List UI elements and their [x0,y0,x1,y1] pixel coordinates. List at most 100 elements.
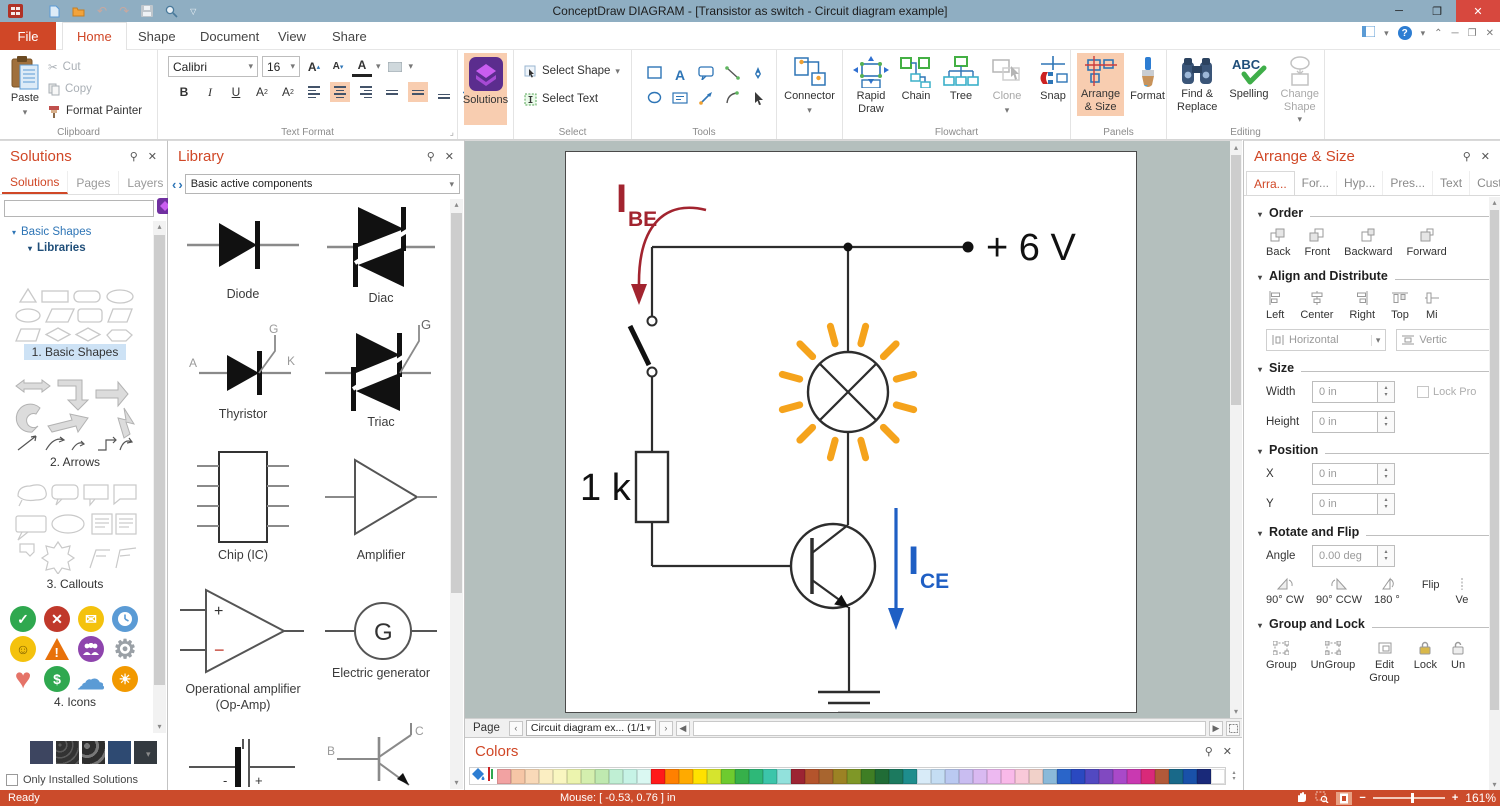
color-swatch[interactable] [889,768,903,784]
format-painter-button[interactable]: Format Painter [48,101,142,121]
shape-battery-partial[interactable]: - + [174,713,312,789]
color-swatch[interactable] [875,768,889,784]
connector-button[interactable]: Connector ▾ [783,53,836,118]
width-input[interactable]: 0 in ▴ ▾ [1312,381,1395,404]
color-swatch[interactable] [1141,768,1155,784]
copy-button[interactable]: Copy [48,79,142,99]
rotate-90ccw-button[interactable]: 90° CCW [1316,577,1362,607]
solutions-scrollbar[interactable]: ▴ ▾ [153,221,166,733]
change-shape-button[interactable]: Change Shape ▾ [1277,53,1324,129]
align-center-objects-button[interactable]: Center [1300,290,1333,322]
y-spinner[interactable]: ▴ ▾ [1378,493,1395,516]
tab-file[interactable]: File [0,22,56,50]
save-icon[interactable] [141,5,154,17]
underline-button[interactable]: U [226,82,246,102]
arrange-size-button[interactable]: Arrange & Size [1077,53,1125,117]
align-left-objects-button[interactable]: Left [1266,290,1284,322]
color-swatch[interactable] [819,768,833,784]
color-swatch[interactable] [763,768,777,784]
fit-page-icon[interactable] [1226,720,1240,736]
library-pin-icon[interactable]: ⚲ [427,150,435,163]
font-color-button[interactable]: A [352,57,372,77]
color-swatch[interactable] [1057,768,1071,784]
color-swatch[interactable] [1169,768,1183,784]
color-swatch[interactable] [1197,768,1211,784]
cut-button[interactable]: ✂ Cut [48,57,142,77]
scroll-up-icon[interactable]: ▴ [1489,197,1500,209]
pattern-thumbnails[interactable] [30,741,157,764]
scroll-down-icon[interactable]: ▾ [1230,706,1242,718]
mdi-close-icon[interactable]: ✕ [1486,28,1494,39]
tab-share[interactable]: Share [318,22,381,50]
color-swatch[interactable] [595,768,609,784]
undo-icon[interactable]: ↶ [97,4,107,18]
align-top-objects-button[interactable]: Top [1391,291,1409,322]
highlight-caret[interactable]: ▾ [409,61,414,72]
tab-home[interactable]: Home [62,22,127,50]
y-input[interactable]: 0 in ▴ ▾ [1312,493,1395,516]
highlight-button[interactable] [385,57,405,77]
new-document-icon[interactable] [49,5,60,18]
library-item-arrows[interactable]: 2. Arrows [0,374,150,470]
color-swatch[interactable] [525,768,539,784]
page-selector[interactable]: Circuit diagram ex... (1/1 ▾ [525,720,656,736]
library-scrollbar[interactable]: ▴ ▾ [450,199,463,789]
grow-font-button[interactable]: A ▴ [304,57,324,77]
ungroup-button[interactable]: UnGroup [1311,640,1355,672]
select-text-button[interactable]: Select Text [524,89,625,109]
lock-proportions-checkbox[interactable] [1417,386,1429,399]
angle-spinner[interactable]: ▴ ▾ [1378,545,1395,568]
align-middle-objects-button[interactable]: Mi [1424,291,1439,322]
swatch-spinner[interactable]: ▴ ▾ [1228,767,1240,785]
scroll-down-icon[interactable]: ▾ [450,777,463,789]
bold-button[interactable]: B [174,82,194,102]
fit-zoom-icon[interactable] [1336,791,1353,805]
snap-button[interactable]: Snap [1031,53,1075,118]
color-swatch[interactable] [735,768,749,784]
restore-button[interactable]: ❐ [1418,0,1456,22]
only-installed-checkbox[interactable] [6,774,18,786]
color-swatch[interactable] [1071,768,1085,784]
textbox-tool-icon[interactable] [672,91,688,109]
find-replace-button[interactable]: Find & Replace [1173,53,1221,129]
color-fill-icon[interactable] [471,767,486,786]
scroll-up-icon[interactable]: ▴ [450,199,463,211]
align-right-objects-button[interactable]: Right [1349,290,1375,322]
color-swatch[interactable] [1127,768,1141,784]
color-swatch[interactable] [903,768,917,784]
pan-tool-icon[interactable] [1295,791,1308,806]
flip-vertical-button[interactable]: Ve [1456,577,1468,607]
scroll-down-icon[interactable]: ▾ [153,721,166,733]
tab-shape[interactable]: Shape [124,22,190,50]
color-swatch[interactable] [847,768,861,784]
collapse-ribbon-icon[interactable]: ⌃ [1434,28,1442,39]
color-swatch[interactable] [959,768,973,784]
unlock-button[interactable]: Un [1451,641,1465,672]
shape-diac[interactable]: Diac [312,197,450,307]
zoom-tool-icon[interactable] [165,5,178,18]
color-swatch[interactable] [833,768,847,784]
color-swatch[interactable] [497,768,511,784]
color-swatch[interactable] [945,768,959,784]
color-swatch[interactable] [917,768,931,784]
order-back-button[interactable]: Back [1266,228,1290,259]
lock-button[interactable]: Lock [1414,641,1437,672]
tab-pages[interactable]: Pages [68,171,120,194]
library-close-icon[interactable]: ✕ [445,150,454,163]
rotate-90cw-button[interactable]: 90° CW [1266,577,1304,607]
order-forward-button[interactable]: Forward [1406,228,1447,259]
help-caret[interactable]: ▾ [1421,28,1426,39]
subscript-button[interactable]: A2 [278,82,298,102]
next-page-button[interactable]: › [658,720,673,736]
color-swatch[interactable] [1113,768,1127,784]
color-swatch[interactable] [1085,768,1099,784]
shape-triac[interactable]: G Triac [312,307,450,431]
shape-transistor-partial[interactable]: C B [312,713,450,789]
tab-document[interactable]: Document [186,22,273,50]
color-line-icon[interactable] [488,766,494,786]
pen-tool-icon[interactable] [751,66,765,85]
color-swatch[interactable] [777,768,791,784]
minimize-button[interactable]: ─ [1380,0,1418,22]
font-name-select[interactable]: Calibri ▾ [168,56,258,77]
arrange-pin-icon[interactable]: ⚲ [1463,150,1471,163]
